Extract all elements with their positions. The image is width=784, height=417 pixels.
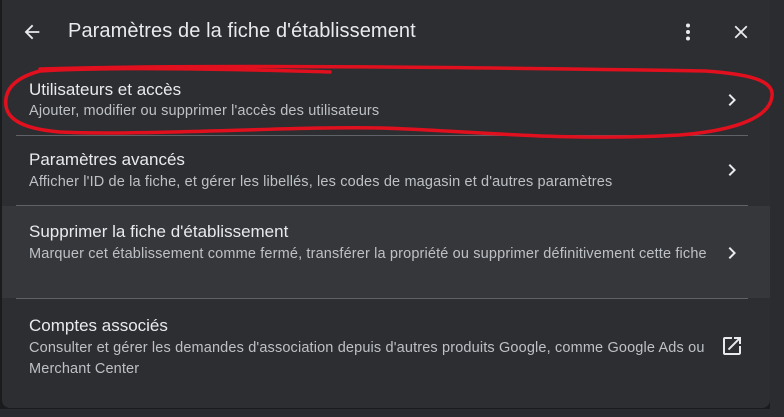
menu-item-title: Paramètres avancés [29, 150, 185, 169]
close-icon [734, 25, 748, 39]
chevron-right-icon [720, 158, 744, 182]
menu-item-subtitle: Marquer cet établissement comme fermé, t… [29, 246, 707, 262]
menu-item-title: Supprimer la fiche d'établissement [29, 222, 289, 241]
dialog-title: Paramètres de la fiche d'établissement [68, 20, 416, 42]
more-vert-icon [686, 23, 690, 41]
menu-item-users-access[interactable]: Utilisateurs et accès Ajouter, modifier … [2, 64, 770, 136]
chevron-right-icon [720, 241, 744, 265]
menu-item-advanced-settings[interactable]: Paramètres avancés Afficher l'ID de la f… [2, 136, 770, 206]
menu-item-delete-listing[interactable]: Supprimer la fiche d'établissement Marqu… [2, 206, 770, 298]
back-button[interactable] [16, 16, 48, 48]
menu-item-subtitle: Consulter et gérer les demandes d'associ… [29, 340, 705, 377]
backdrop-bottom [0, 409, 784, 417]
chevron-right-icon [720, 88, 744, 112]
menu-item-linked-accounts[interactable]: Comptes associés Consulter et gérer les … [2, 299, 770, 393]
dialog-header: Paramètres de la fiche d'établissement [2, 0, 770, 64]
backdrop [770, 0, 784, 417]
arrow-left-icon [24, 24, 40, 40]
menu-item-subtitle: Ajouter, modifier ou supprimer l'accès d… [29, 103, 380, 119]
settings-dialog: Paramètres de la fiche d'établissement U… [2, 0, 770, 408]
menu-item-title: Comptes associés [29, 316, 168, 335]
menu-item-title: Utilisateurs et accès [29, 80, 182, 99]
open-in-new-icon [720, 334, 744, 358]
more-options-button[interactable] [672, 16, 704, 48]
menu-item-subtitle: Afficher l'ID de la fiche, et gérer les … [29, 174, 613, 190]
close-button[interactable] [725, 16, 757, 48]
